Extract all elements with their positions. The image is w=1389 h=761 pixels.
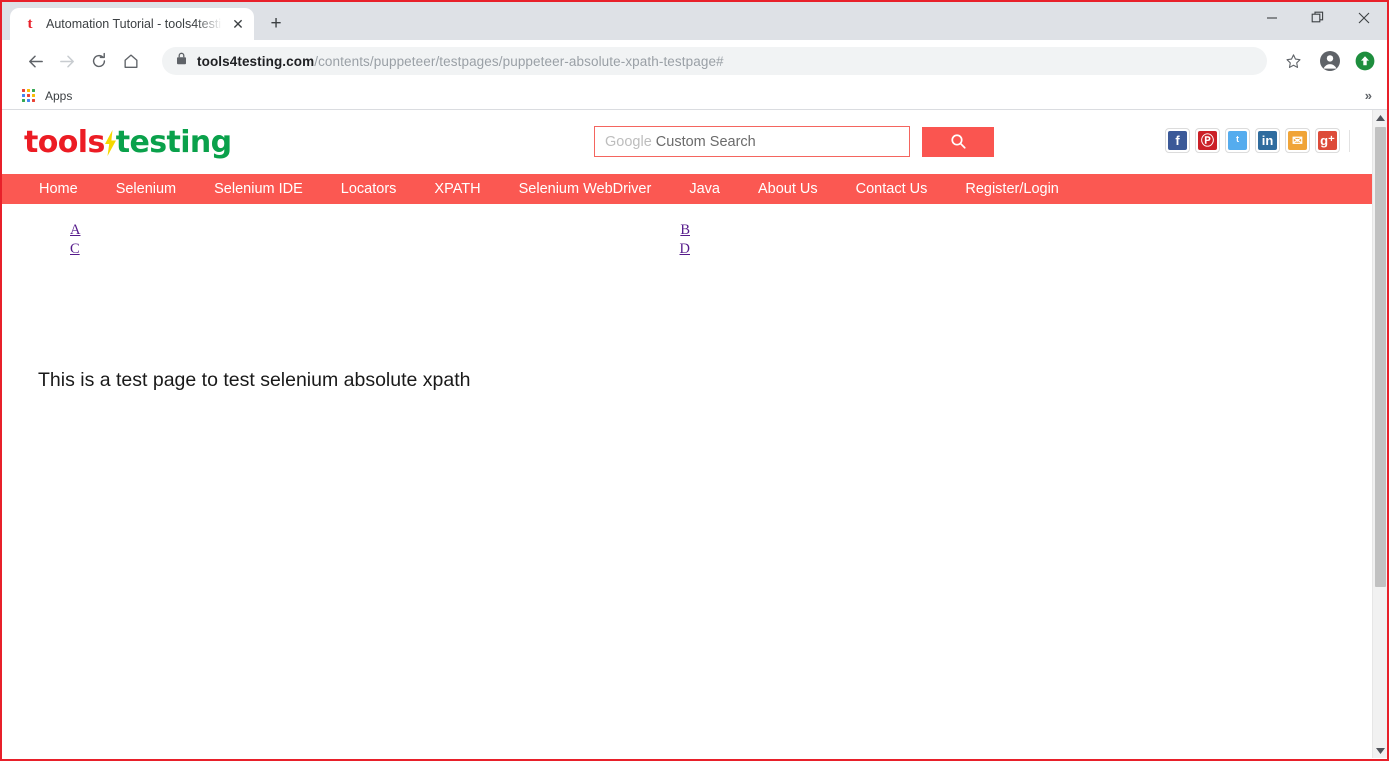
social-googleplus-icon[interactable]: g⁺ — [1315, 128, 1340, 153]
logo-part-two: testing — [115, 124, 232, 160]
lightning-bolt-icon — [104, 129, 117, 156]
profile-avatar-icon[interactable] — [1319, 50, 1341, 72]
link-a[interactable]: A — [70, 222, 80, 238]
table-cell: B — [380, 221, 690, 240]
social-linkedin-icon[interactable]: in — [1255, 128, 1280, 153]
table-row: AB — [70, 221, 690, 240]
bookmark-apps[interactable]: Apps — [22, 88, 73, 103]
search-area: Google Custom Search — [594, 126, 994, 157]
browser-window: t Automation Tutorial - tools4testi ✕ + — [0, 0, 1389, 761]
page-scrollbar[interactable] — [1372, 110, 1387, 758]
home-icon[interactable] — [116, 46, 146, 76]
search-placeholder: Custom Search — [655, 133, 756, 150]
tab-title: Automation Tutorial - tools4testi — [46, 17, 222, 31]
link-b[interactable]: B — [680, 222, 690, 238]
social-facebook-glyph: f — [1168, 131, 1187, 150]
social-pinterest-glyph: Ⓟ — [1198, 131, 1217, 150]
nav-item-selenium[interactable]: Selenium — [97, 174, 195, 204]
tab-close-icon[interactable]: ✕ — [230, 16, 246, 32]
nav-item-about-us[interactable]: About Us — [739, 174, 837, 204]
tab-strip: t Automation Tutorial - tools4testi ✕ + — [2, 2, 1387, 40]
search-brand-label: Google — [605, 133, 652, 150]
link-d[interactable]: D — [680, 241, 690, 257]
url-domain: tools4testing.com — [197, 53, 315, 69]
scroll-up-arrow-icon[interactable] — [1373, 110, 1387, 125]
address-bar[interactable]: tools4testing.com/contents/puppeteer/tes… — [162, 47, 1267, 75]
bookmark-apps-label: Apps — [45, 88, 73, 103]
url-text: tools4testing.com/contents/puppeteer/tes… — [197, 54, 724, 69]
table-cell: A — [70, 221, 380, 240]
social-linkedin-glyph: in — [1258, 131, 1277, 150]
nav-item-register-login[interactable]: Register/Login — [946, 174, 1078, 204]
apps-grid-icon — [22, 88, 36, 103]
url-path: /contents/puppeteer/testpages/puppeteer-… — [314, 53, 724, 69]
minimize-icon[interactable] — [1249, 2, 1295, 34]
window-controls — [1249, 2, 1387, 34]
table-cell: C — [70, 240, 380, 259]
tab-favicon-icon: t — [27, 15, 33, 32]
table-row: CD — [70, 240, 690, 259]
search-input[interactable]: Google Custom Search — [594, 126, 910, 157]
scrollbar-thumb[interactable] — [1375, 127, 1386, 587]
page-content: ABCD This is a test page to test seleniu… — [2, 204, 1372, 392]
site-navigation: Home Selenium Selenium IDE Locators XPATH Sel… — [2, 174, 1372, 204]
social-twitter-glyph: ᵗ — [1228, 131, 1247, 150]
logo-part-one: tools — [24, 124, 105, 160]
update-icon[interactable] — [1355, 51, 1375, 71]
close-icon[interactable] — [1341, 2, 1387, 34]
nav-item-selenium-ide[interactable]: Selenium IDE — [195, 174, 322, 204]
nav-item-java[interactable]: Java — [670, 174, 739, 204]
forward-arrow-icon — [52, 46, 82, 76]
social-googleplus-glyph: g⁺ — [1318, 131, 1337, 150]
page-viewport: tools testing Google Custom Search f Ⓟ ᵗ… — [2, 110, 1387, 758]
nav-item-xpath[interactable]: XPATH — [415, 174, 499, 204]
bookmarks-overflow-icon[interactable]: » — [1365, 88, 1372, 103]
site-header: tools testing Google Custom Search f Ⓟ ᵗ… — [2, 110, 1372, 174]
table-cell: D — [380, 240, 690, 259]
browser-tab[interactable]: t Automation Tutorial - tools4testi ✕ — [10, 8, 254, 40]
star-icon[interactable] — [1279, 47, 1307, 75]
site-logo[interactable]: tools testing — [24, 125, 232, 160]
lock-icon — [176, 52, 187, 70]
bookmarks-bar: Apps » — [2, 82, 1387, 110]
social-email-glyph: ✉ — [1288, 131, 1307, 150]
link-c[interactable]: C — [70, 241, 80, 257]
nav-item-locators[interactable]: Locators — [322, 174, 416, 204]
search-button[interactable] — [922, 126, 994, 157]
back-arrow-icon[interactable] — [20, 46, 50, 76]
links-table: ABCD — [70, 221, 690, 259]
new-tab-button[interactable]: + — [262, 10, 290, 38]
web-page: tools testing Google Custom Search f Ⓟ ᵗ… — [2, 110, 1372, 758]
reload-icon[interactable] — [84, 46, 114, 76]
scroll-down-arrow-icon[interactable] — [1373, 743, 1387, 758]
social-twitter-icon[interactable]: ᵗ — [1225, 128, 1250, 153]
page-body-text: This is a test page to test selenium abs… — [38, 369, 471, 391]
social-links: f Ⓟᵗ in ✉ g⁺ — [1165, 128, 1350, 153]
social-facebook-icon[interactable]: f — [1165, 128, 1190, 153]
social-email-icon[interactable]: ✉ — [1285, 128, 1310, 153]
restore-icon[interactable] — [1295, 2, 1341, 34]
nav-item-contact-us[interactable]: Contact Us — [837, 174, 947, 204]
social-divider — [1349, 129, 1350, 152]
nav-item-home[interactable]: Home — [20, 174, 97, 204]
nav-item-selenium-webdriver[interactable]: Selenium WebDriver — [500, 174, 671, 204]
social-pinterest-icon[interactable]: Ⓟ — [1195, 128, 1220, 153]
browser-toolbar: tools4testing.com/contents/puppeteer/tes… — [2, 40, 1387, 82]
search-icon — [950, 133, 967, 150]
